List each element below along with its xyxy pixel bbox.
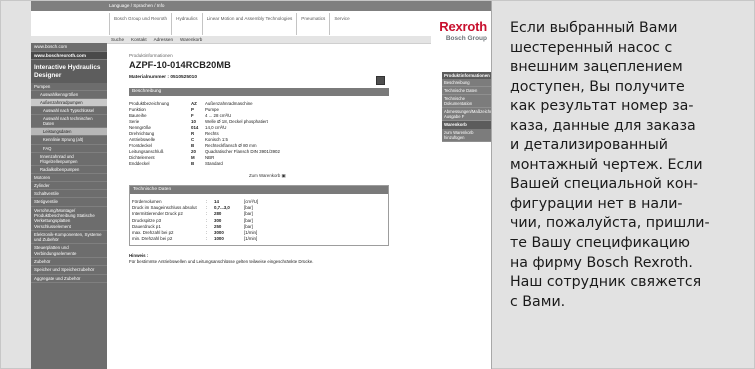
description-cell: Standard — [205, 161, 223, 167]
explanation-line: Наш сотрудник свяжется — [510, 274, 702, 291]
description-cell: B — [191, 161, 195, 167]
explanation-line: шестеренный насос с — [510, 39, 673, 56]
toolbar-item[interactable]: Adressen — [154, 37, 173, 43]
toolbar-item[interactable]: Warenkorb — [180, 37, 202, 43]
sidebar-item[interactable]: Zylinder — [31, 182, 107, 191]
sidebar-menu: Pumpen Auswahlkenngrößen Außenzahnradpumpe… — [31, 83, 107, 283]
cart-link-label: Zum Warenkorb — [249, 172, 281, 178]
sidebar-item[interactable]: Innenzahnrad und Flügelzellenpumpen — [31, 153, 107, 166]
explanation-line: те Вашу спецификацию — [510, 235, 690, 252]
sidebar-item[interactable]: Zubehör — [31, 258, 107, 267]
nav-tab[interactable]: Bosch Group und Rexroth — [109, 13, 171, 35]
toolbar-item[interactable]: Kontakt — [131, 37, 147, 43]
brand-group: Bosch Group — [445, 34, 487, 42]
product-info-label: Produktinformationen — [129, 53, 173, 58]
cart-add-link[interactable]: zum Warenkorb hinzufügen — [442, 128, 491, 142]
explanation-line: Если выбранный Вами — [510, 20, 678, 36]
main-content: Produktinformationen AZPF-10-014RCB20MB … — [129, 53, 389, 264]
sidebar-item[interactable]: Verrohrung/Montage/ Produktbeschreibung … — [31, 207, 107, 231]
screenshot-panel: Language / Sprachen / Info Bosch Group u… — [31, 1, 492, 369]
cart-heading: Warenkorb — [442, 121, 491, 129]
explanation-line: доступен, Вы получите — [510, 78, 685, 95]
cart-link[interactable]: Zum Warenkorb ▣ — [249, 173, 389, 178]
sidebar-item[interactable]: Speicher und Speicherzubehör — [31, 266, 107, 275]
cart-icon: ▣ — [281, 172, 286, 178]
description-row: Enddeckel B Standard — [129, 161, 329, 167]
sidebar-item[interactable]: Leistungsdaten — [31, 128, 107, 137]
nav-tab[interactable]: Linear Motion and Assembly Technologies — [201, 13, 297, 35]
explanation-line: монтажный чертеж. Если — [510, 156, 703, 173]
right-column-link[interactable]: Technische Daten — [442, 87, 491, 96]
figure-frame: Language / Sprachen / Info Bosch Group u… — [0, 0, 755, 369]
technical-label: Druck im Saugeinschluss absolut — [132, 205, 197, 211]
toolbar-item[interactable]: Suche — [111, 37, 124, 43]
sidebar-item[interactable]: Aggregate und Zubehör — [31, 275, 107, 283]
top-strip: Language / Sprachen / Info — [31, 1, 491, 11]
cart-links: zum Warenkorb hinzufügen — [442, 128, 491, 142]
explanation-line: на фирму Bosch Rexroth. — [510, 254, 693, 271]
sidebar-item[interactable]: Radialkolbenpumpen — [31, 166, 107, 174]
explanation-text: Если выбранный Вами шестеренный насос с вн… — [510, 19, 746, 312]
technical-unit: [1/min] — [244, 236, 258, 242]
toolbar-items: Suche Kontakt Adressen Warenkorb — [111, 37, 202, 43]
explanation-line: с Вами. — [510, 293, 566, 310]
description-table: Produktbezeichnung AZ Außenzahnradmaschine… — [129, 100, 329, 167]
explanation-line: как результат номер за- — [510, 98, 694, 115]
explanation-line: чии, пожалуйста, пришли- — [510, 215, 710, 232]
right-column-links: Beschreibung Technische Daten Technische D… — [442, 79, 491, 122]
explanation-line: фигурации нет в нали- — [510, 195, 683, 212]
sidebar-item[interactable]: Elektronik-Komponenten, Systeme und Zube… — [31, 231, 107, 245]
hint-text: Für bestimmte Antriebswellen und Leitung… — [129, 258, 314, 264]
right-column-link[interactable]: Beschreibung — [442, 79, 491, 88]
sidebar-item[interactable]: Auswahl nach Typschlüssel — [31, 107, 107, 116]
technical-data-box: Technische Daten Fördervolumen:14 [cm³/U]… — [129, 185, 389, 247]
nav-tab[interactable]: Hydraulics — [171, 13, 201, 35]
technical-separator: : — [206, 236, 208, 242]
sidebar-title: Interactive Hydraulics Designer — [31, 60, 107, 83]
explanation-line: каза, данные для заказа — [510, 117, 696, 134]
right-column-link[interactable]: Technische Dokumentation — [442, 95, 491, 109]
sidebar-item[interactable]: Pumpen — [31, 83, 107, 92]
technical-unit: [1/min] — [244, 230, 258, 236]
right-column: Produktinformationen Beschreibung Technis… — [442, 72, 491, 142]
technical-unit: [cm³/U] — [244, 198, 259, 204]
material-number: Materialnummer : 0510525010 — [129, 74, 197, 80]
sidebar-top-link[interactable]: www.boschrexroth.com — [31, 51, 107, 60]
explanation-line: и детализированный — [510, 137, 668, 154]
sidebar-item[interactable]: Außenzahnradpumpen — [31, 99, 107, 108]
sidebar-item[interactable]: Auswahlkenngrößen — [31, 91, 107, 100]
sidebar: www.bosch.com www.boschrexroth.com Intera… — [31, 43, 107, 369]
technical-value: 1000 — [214, 236, 224, 242]
sidebar-item[interactable]: FAQ — [31, 145, 107, 153]
sidebar-item[interactable]: Kennlinie Sprung (alt) — [31, 136, 107, 145]
product-code: AZPF-10-014RCB20MB — [129, 59, 231, 70]
right-column-heading: Produktinformationen — [442, 72, 491, 80]
sidebar-top-links: www.bosch.com www.boschrexroth.com — [31, 43, 107, 60]
nav-tab[interactable]: Service — [329, 13, 353, 35]
nav-tab[interactable]: Pneumatics — [296, 13, 329, 35]
language-selector[interactable]: Language / Sprachen / Info — [109, 3, 164, 9]
explanation-line: Вашей специальной кон- — [510, 176, 699, 193]
sidebar-top-link[interactable]: www.bosch.com — [31, 43, 107, 52]
technical-label: min. Drehzahl bei p2 — [132, 236, 173, 242]
technical-row: min. Drehzahl bei p2:1000 [1/min] — [132, 236, 258, 242]
pdf-download-icon[interactable] — [376, 76, 385, 85]
technical-heading: Technische Daten — [130, 186, 388, 195]
description-heading: Beschreibung — [129, 88, 389, 97]
sidebar-item[interactable]: Schaltventile — [31, 190, 107, 199]
hint-box: Hinweis : Für bestimmte Antriebswellen u… — [129, 253, 389, 264]
brand-name: Rexroth — [439, 19, 487, 34]
brand-logo[interactable]: Rexroth Bosch Group — [439, 19, 487, 42]
description-cell: Enddeckel — [129, 161, 150, 167]
technical-table: Fördervolumen:14 [cm³/U] Druck im Saugeins… — [132, 198, 258, 242]
top-navigation: Bosch Group und Rexroth Hydraulics Linear … — [109, 13, 425, 35]
explanation-line: внешним зацеплением — [510, 59, 683, 76]
sidebar-item[interactable]: Stetigventile — [31, 198, 107, 207]
sidebar-item[interactable]: Motoren — [31, 174, 107, 182]
sidebar-item[interactable]: Steuerplatten und Verbindungselemente — [31, 244, 107, 258]
right-column-link[interactable]: Abmessungen/Maßzeichnung Ausgabe F — [442, 108, 491, 122]
sidebar-item[interactable]: Auswahl nach technischen Daten — [31, 115, 107, 129]
